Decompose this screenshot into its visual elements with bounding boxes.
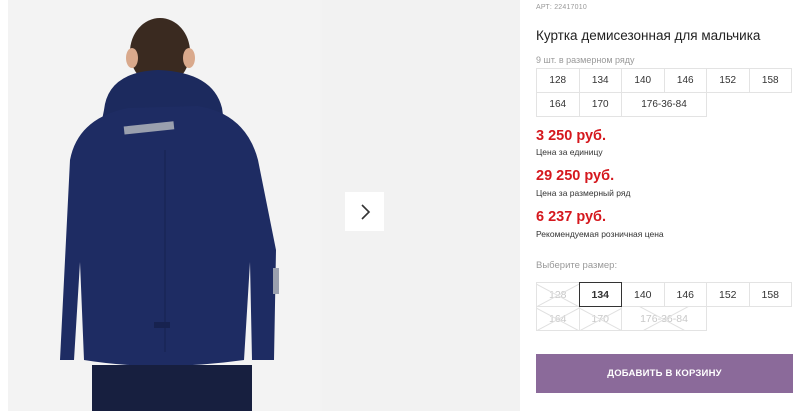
size-select-label: Выберите размер: <box>536 260 618 271</box>
size-row-count: 9 шт. в размерном ряду <box>536 55 635 65</box>
size-option-134[interactable]: 134 <box>578 282 622 307</box>
product-title: Куртка демисезонная для мальчика <box>536 28 761 43</box>
retail-price: 6 237 руб. <box>536 209 607 225</box>
add-to-cart-button[interactable]: ДОБАВИТЬ В КОРЗИНУ <box>536 354 793 393</box>
size-option-158[interactable]: 158 <box>748 282 792 307</box>
chevron-right-icon <box>360 203 370 220</box>
size-row-cell: 140 <box>621 68 665 93</box>
product-image <box>8 0 322 411</box>
size-row-cell: 146 <box>663 68 707 93</box>
size-row-cell: 152 <box>706 68 750 93</box>
size-row-cell: 134 <box>578 68 622 93</box>
size-row-cell: 128 <box>536 68 580 93</box>
unit-price-note: Цена за единицу <box>536 147 603 157</box>
unit-price: 3 250 руб. <box>536 128 607 144</box>
retail-price-note: Рекомендуемая розничная цена <box>536 229 664 239</box>
size-option-164: 164 <box>536 306 580 331</box>
product-photo-boy-jacket <box>8 0 322 411</box>
size-option-128: 128 <box>536 282 580 307</box>
size-option-140[interactable]: 140 <box>621 282 665 307</box>
size-row-cell: 176-36-84 <box>621 92 707 117</box>
row-price: 29 250 руб. <box>536 168 615 184</box>
size-select-grid: 128 134 140 146 152 158 164 170 176-36-8… <box>536 282 792 331</box>
size-row-grid: 128 134 140 146 152 158 164 170 176-36-8… <box>536 68 792 117</box>
size-option-170: 170 <box>578 306 622 331</box>
size-row-cell: 158 <box>748 68 792 93</box>
size-option-176-36-84: 176-36-84 <box>621 306 707 331</box>
gallery-next-button[interactable] <box>345 192 384 231</box>
size-option-152[interactable]: 152 <box>706 282 750 307</box>
size-option-146[interactable]: 146 <box>663 282 707 307</box>
size-row-cell: 164 <box>536 92 580 117</box>
product-sku: АРТ: 22417010 <box>536 4 587 11</box>
row-price-note: Цена за размерный ряд <box>536 188 631 198</box>
size-row-cell: 170 <box>578 92 622 117</box>
